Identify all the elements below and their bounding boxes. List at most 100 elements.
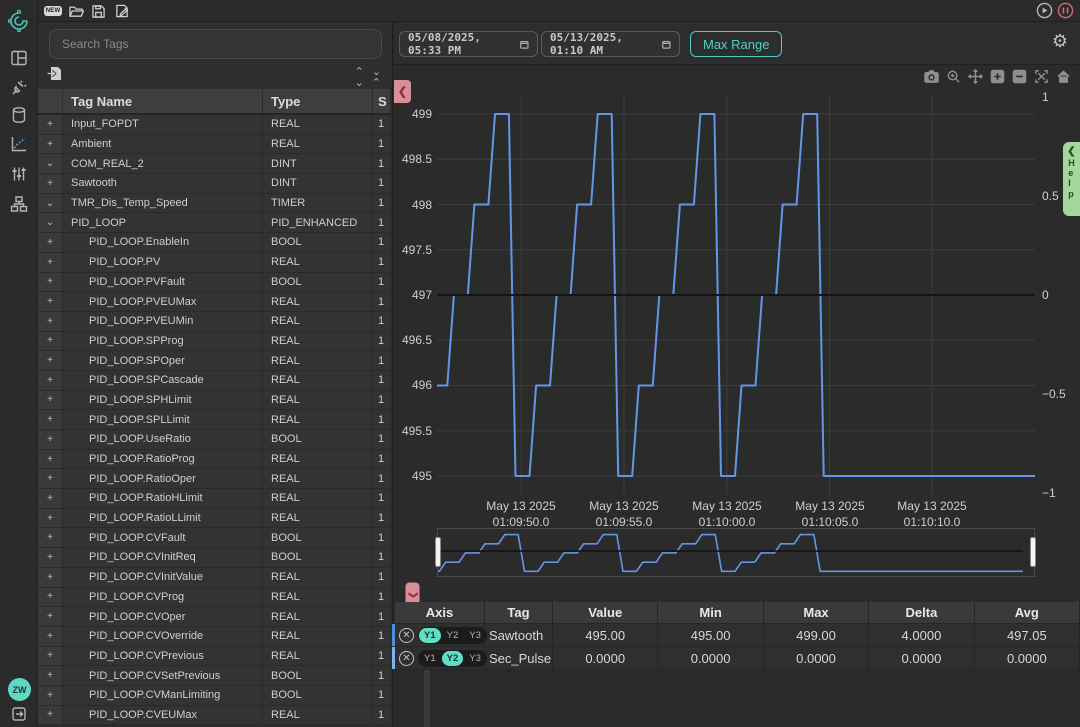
tag-row[interactable]: +PID_LOOP.CVFaultBOOL1 [38,528,390,548]
expand-plus-icon[interactable]: + [38,588,63,607]
save-icon[interactable] [89,2,107,20]
camera-icon[interactable] [923,68,940,85]
max-range-button[interactable]: Max Range [690,31,782,57]
tag-row[interactable]: +AmbientREAL1 [38,135,390,155]
tag-row[interactable]: ⌄TMR_Dis_Temp_SpeedTIMER1 [38,194,390,214]
expand-plus-icon[interactable]: + [38,312,63,331]
collapse-rows-icon[interactable]: ⌄⌃ [372,67,381,89]
expand-plus-icon[interactable]: + [38,548,63,567]
network-icon[interactable] [0,191,38,217]
autoscale-icon[interactable] [1033,68,1050,85]
expand-plus-icon[interactable]: + [38,292,63,311]
end-datetime-field[interactable]: 05/13/2025, 01:10 AM [541,31,680,57]
zoom-in-icon[interactable] [989,68,1006,85]
tag-row[interactable]: +PID_LOOP.RatioHLimitREAL1 [38,489,390,509]
range-slider[interactable] [437,528,1035,577]
trend-chart-icon[interactable] [0,131,38,157]
expand-plus-icon[interactable]: + [38,686,63,705]
chevron-down-icon[interactable]: ⌄ [38,213,63,232]
sliders-icon[interactable] [0,161,38,187]
import-tags-icon[interactable] [47,66,62,86]
expand-plus-icon[interactable]: + [38,174,63,193]
expand-plus-icon[interactable]: + [38,528,63,547]
tag-row[interactable]: +PID_LOOP.CVSetPreviousBOOL1 [38,666,390,686]
tag-row[interactable]: +PID_LOOP.CVOperREAL1 [38,607,390,627]
tag-row[interactable]: +PID_LOOP.CVOverrideREAL1 [38,627,390,647]
remove-trace-icon[interactable]: ✕ [399,651,414,666]
expand-plus-icon[interactable]: + [38,568,63,587]
expand-plus-icon[interactable]: + [38,135,63,154]
new-file-icon[interactable]: NEW [44,2,62,20]
tag-row[interactable]: ⌄PID_LOOPPID_ENHANCED1 [38,213,390,233]
search-input[interactable]: Search Tags [49,29,382,59]
user-avatar[interactable]: ZW [8,678,31,701]
tag-row[interactable]: +PID_LOOP.PVEUMinREAL1 [38,312,390,332]
pause-icon[interactable] [1057,2,1074,19]
expand-plus-icon[interactable]: + [38,607,63,626]
expand-plus-icon[interactable]: + [38,410,63,429]
expand-plus-icon[interactable]: + [38,253,63,272]
plug-icon[interactable] [0,75,38,101]
tag-row[interactable]: +PID_LOOP.CVProgREAL1 [38,588,390,608]
tag-row[interactable]: +PID_LOOP.PVREAL1 [38,253,390,273]
tag-row[interactable]: +Input_FOPDTREAL1 [38,115,390,135]
tag-row[interactable]: +PID_LOOP.RatioLLimitREAL1 [38,509,390,529]
range-slider-left-handle[interactable] [435,537,441,567]
expand-plus-icon[interactable]: + [38,273,63,292]
tag-row[interactable]: +PID_LOOP.SPLLimitREAL1 [38,410,390,430]
axis-pill-y1[interactable]: Y1 [419,628,441,643]
zoom-out-icon[interactable] [1011,68,1028,85]
expand-plus-icon[interactable]: + [38,627,63,646]
pan-icon[interactable] [967,68,984,85]
expand-plus-icon[interactable]: + [38,332,63,351]
database-icon[interactable] [0,102,38,128]
expand-plus-icon[interactable]: + [38,351,63,370]
open-folder-icon[interactable] [67,2,85,20]
axis-pill-y3[interactable]: Y3 [464,628,486,643]
col-tag-name[interactable]: Tag Name [63,89,263,113]
expand-plus-icon[interactable]: + [38,647,63,666]
tag-row[interactable]: +PID_LOOP.CVPreviousREAL1 [38,647,390,667]
expand-rows-icon[interactable]: ⌃⌄ [355,67,364,89]
axis-pill-y3[interactable]: Y3 [464,651,486,666]
expand-plus-icon[interactable]: + [38,450,63,469]
logo-gear-icon[interactable] [0,8,38,34]
tag-row[interactable]: +PID_LOOP.RatioOperREAL1 [38,469,390,489]
tag-row[interactable]: +PID_LOOP.SPHLimitREAL1 [38,391,390,411]
expand-plus-icon[interactable]: + [38,371,63,390]
expand-plus-icon[interactable]: + [38,706,63,725]
logout-icon[interactable] [0,701,38,727]
tag-row[interactable]: +PID_LOOP.SPCascadeREAL1 [38,371,390,391]
edit-note-icon[interactable] [113,2,131,20]
axis-pill-y1[interactable]: Y1 [419,651,441,666]
zoom-icon[interactable] [945,68,962,85]
tag-row[interactable]: +PID_LOOP.CVEUMaxREAL1 [38,706,390,726]
expand-plus-icon[interactable]: + [38,469,63,488]
tag-row[interactable]: +PID_LOOP.RatioProgREAL1 [38,450,390,470]
expand-plus-icon[interactable]: + [38,489,63,508]
tag-row[interactable]: +PID_LOOP.SPProgREAL1 [38,332,390,352]
tag-row[interactable]: +PID_LOOP.PVFaultBOOL1 [38,273,390,293]
trend-plot[interactable] [437,95,1035,495]
tag-row[interactable]: +PID_LOOP.CVManLimitingBOOL1 [38,686,390,706]
tag-row[interactable]: +PID_LOOP.SPOperREAL1 [38,351,390,371]
help-tab[interactable]: ❮ Help [1063,142,1080,216]
axis-pill-y2[interactable]: Y2 [442,651,464,666]
reset-home-icon[interactable] [1055,68,1072,85]
play-icon[interactable] [1036,2,1053,19]
collapse-left-panel-button[interactable]: ❮ [394,80,411,103]
tag-row[interactable]: ⌄COM_REAL_2DINT1 [38,154,390,174]
range-slider-right-handle[interactable] [1030,537,1036,567]
layout-icon[interactable] [0,45,38,71]
expand-plus-icon[interactable]: + [38,666,63,685]
tag-row[interactable]: +PID_LOOP.UseRatioBOOL1 [38,430,390,450]
chevron-down-icon[interactable]: ⌄ [38,194,63,213]
tag-row[interactable]: +PID_LOOP.EnableInBOOL1 [38,233,390,253]
tag-row[interactable]: +SawtoothDINT1 [38,174,390,194]
remove-trace-icon[interactable]: ✕ [399,628,414,643]
start-datetime-field[interactable]: 05/08/2025, 05:33 PM [399,31,538,57]
expand-plus-icon[interactable]: + [38,115,63,134]
expand-plus-icon[interactable]: + [38,509,63,528]
axis-pill-y2[interactable]: Y2 [442,628,464,643]
expand-plus-icon[interactable]: + [38,430,63,449]
